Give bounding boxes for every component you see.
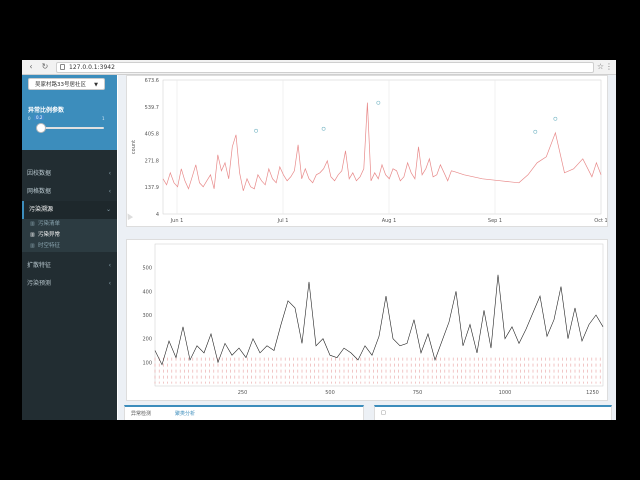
- menu-icon[interactable]: ⋮: [605, 62, 613, 72]
- y-tick-label: 405.8: [145, 132, 159, 138]
- sidebar-item-diffusion[interactable]: 扩散特征 ‹: [22, 257, 117, 275]
- sidebar-item-label: 扩散特征: [27, 262, 52, 269]
- x-tick-label: Jul 1: [277, 218, 289, 224]
- y-tick-label: 539.7: [145, 105, 159, 111]
- ratio-slider-handle[interactable]: [36, 123, 46, 133]
- sidebar-item-label: 污染溯源: [29, 206, 54, 213]
- bar-chart-icon: ▥: [30, 232, 35, 238]
- sidebar-item-grid-data[interactable]: 网格数据 ‹: [22, 183, 117, 201]
- y-tick-label: 500: [142, 266, 152, 272]
- y-axis-label: count: [131, 140, 137, 154]
- bar-chart-icon: ▥: [30, 221, 35, 227]
- address-bar: ‹ ↻ 127.0.0.1:3942 ☆ ⋮: [22, 60, 616, 75]
- y-tick-label: 200: [142, 337, 152, 343]
- bar-chart-icon: ▥: [30, 243, 35, 249]
- x-tick-label: Jun 1: [170, 218, 184, 224]
- time-series-panel: 4 137.9 271.8 405.8 539.7 673.6 Jun 1 Jul 1 Aug …: [126, 75, 608, 227]
- chevron-left-icon: ‹: [108, 280, 111, 287]
- chevron-left-icon: ‹: [108, 170, 111, 177]
- map-panel: □: [374, 405, 612, 420]
- x-tick-label: 1250: [586, 390, 599, 396]
- x-tick-label: Sep 1: [488, 218, 502, 224]
- slider-value-label: 0.2: [34, 115, 45, 120]
- y-tick-label: 300: [142, 313, 152, 319]
- star-icon[interactable]: ☆: [597, 62, 604, 72]
- anomaly-chart[interactable]: 100 200 300 400 500 250 500 750 1000 1250: [127, 240, 607, 400]
- page-icon: [60, 64, 65, 70]
- sidebar-subitem-label: 时空特征: [38, 243, 61, 249]
- x-tick-label: Oct 1: [594, 218, 607, 224]
- y-tick-label: 271.8: [145, 158, 159, 164]
- x-tick-label: 250: [238, 390, 248, 396]
- location-select-value: 吴家村路33号居社区: [35, 82, 86, 88]
- slider-min-label: 0: [28, 116, 31, 121]
- sidebar-item-school-data[interactable]: 因校数据 ‹: [22, 165, 117, 183]
- ratio-slider-track[interactable]: [36, 127, 104, 129]
- sidebar: 吴家村路33号居社区 ▼ 异常比例参数 0 0.2 1 因校数据 ‹ 网格数据 …: [22, 75, 117, 420]
- y-tick-label: 4: [156, 212, 159, 218]
- sidebar-control-panel: 吴家村路33号居社区 ▼ 异常比例参数 0 0.2 1: [22, 75, 117, 150]
- main-content: 4 137.9 271.8 405.8 539.7 673.6 Jun 1 Jul 1 Aug …: [118, 75, 616, 420]
- sidebar-item-label: 污染预测: [27, 280, 52, 287]
- sidebar-subitem-label: 污染异常: [38, 232, 61, 238]
- caret-down-icon: ▼: [94, 82, 98, 88]
- chevron-left-icon: ‹: [108, 262, 111, 269]
- analysis-panel: 异常检测 聚类分析: [124, 405, 364, 420]
- browser-window: ‹ ↻ 127.0.0.1:3942 ☆ ⋮ 吴家村路33号居社区 ▼ 异常比例…: [22, 60, 616, 420]
- y-tick-label: 400: [142, 289, 152, 295]
- param-title: 异常比例参数: [28, 107, 65, 114]
- url-field[interactable]: 127.0.0.1:3942: [56, 62, 594, 73]
- sidebar-item-prediction[interactable]: 污染预测 ‹: [22, 275, 117, 293]
- chevron-down-icon: ⌄: [105, 206, 111, 213]
- y-tick-label: 137.9: [145, 185, 159, 191]
- y-tick-label: 673.6: [145, 78, 159, 84]
- x-tick-label: 1000: [499, 390, 512, 396]
- sidebar-subitem-label: 污染清单: [38, 221, 61, 227]
- sidebar-subitem-pollution-list[interactable]: ▥ 污染清单: [22, 219, 117, 230]
- x-tick-label: 750: [413, 390, 423, 396]
- reload-icon[interactable]: ↻: [40, 62, 50, 72]
- plot-area: [162, 79, 602, 215]
- time-series-chart[interactable]: 4 137.9 271.8 405.8 539.7 673.6 Jun 1 Jul 1 Aug …: [127, 76, 608, 226]
- y-tick-label: 100: [142, 360, 152, 366]
- chevron-left-icon: ‹: [108, 188, 111, 195]
- arrow-left-icon[interactable]: ‹: [26, 62, 36, 72]
- sidebar-item-pollution-source[interactable]: 污染溯源 ⌄: [22, 201, 117, 219]
- anomaly-panel: 100 200 300 400 500 250 500 750 1000 1250: [126, 239, 608, 401]
- slider-max-label: 1: [102, 116, 105, 121]
- map-toggle-icon[interactable]: □: [381, 410, 386, 416]
- location-select[interactable]: 吴家村路33号居社区 ▼: [28, 78, 105, 90]
- x-tick-label: Aug 1: [382, 218, 397, 224]
- url-text: 127.0.0.1:3942: [69, 64, 115, 71]
- sidebar-item-label: 网格数据: [27, 188, 52, 195]
- x-tick-label: 500: [325, 390, 335, 396]
- tab-anomaly-detection[interactable]: 异常检测: [131, 410, 151, 417]
- sidebar-item-label: 因校数据: [27, 170, 52, 177]
- tab-cluster-analysis[interactable]: 聚类分析: [175, 410, 195, 417]
- sidebar-subitem-pollution-anomaly[interactable]: ▥ 污染异常: [22, 230, 117, 241]
- sidebar-subitem-spatiotemporal[interactable]: ▥ 时空特征: [22, 241, 117, 252]
